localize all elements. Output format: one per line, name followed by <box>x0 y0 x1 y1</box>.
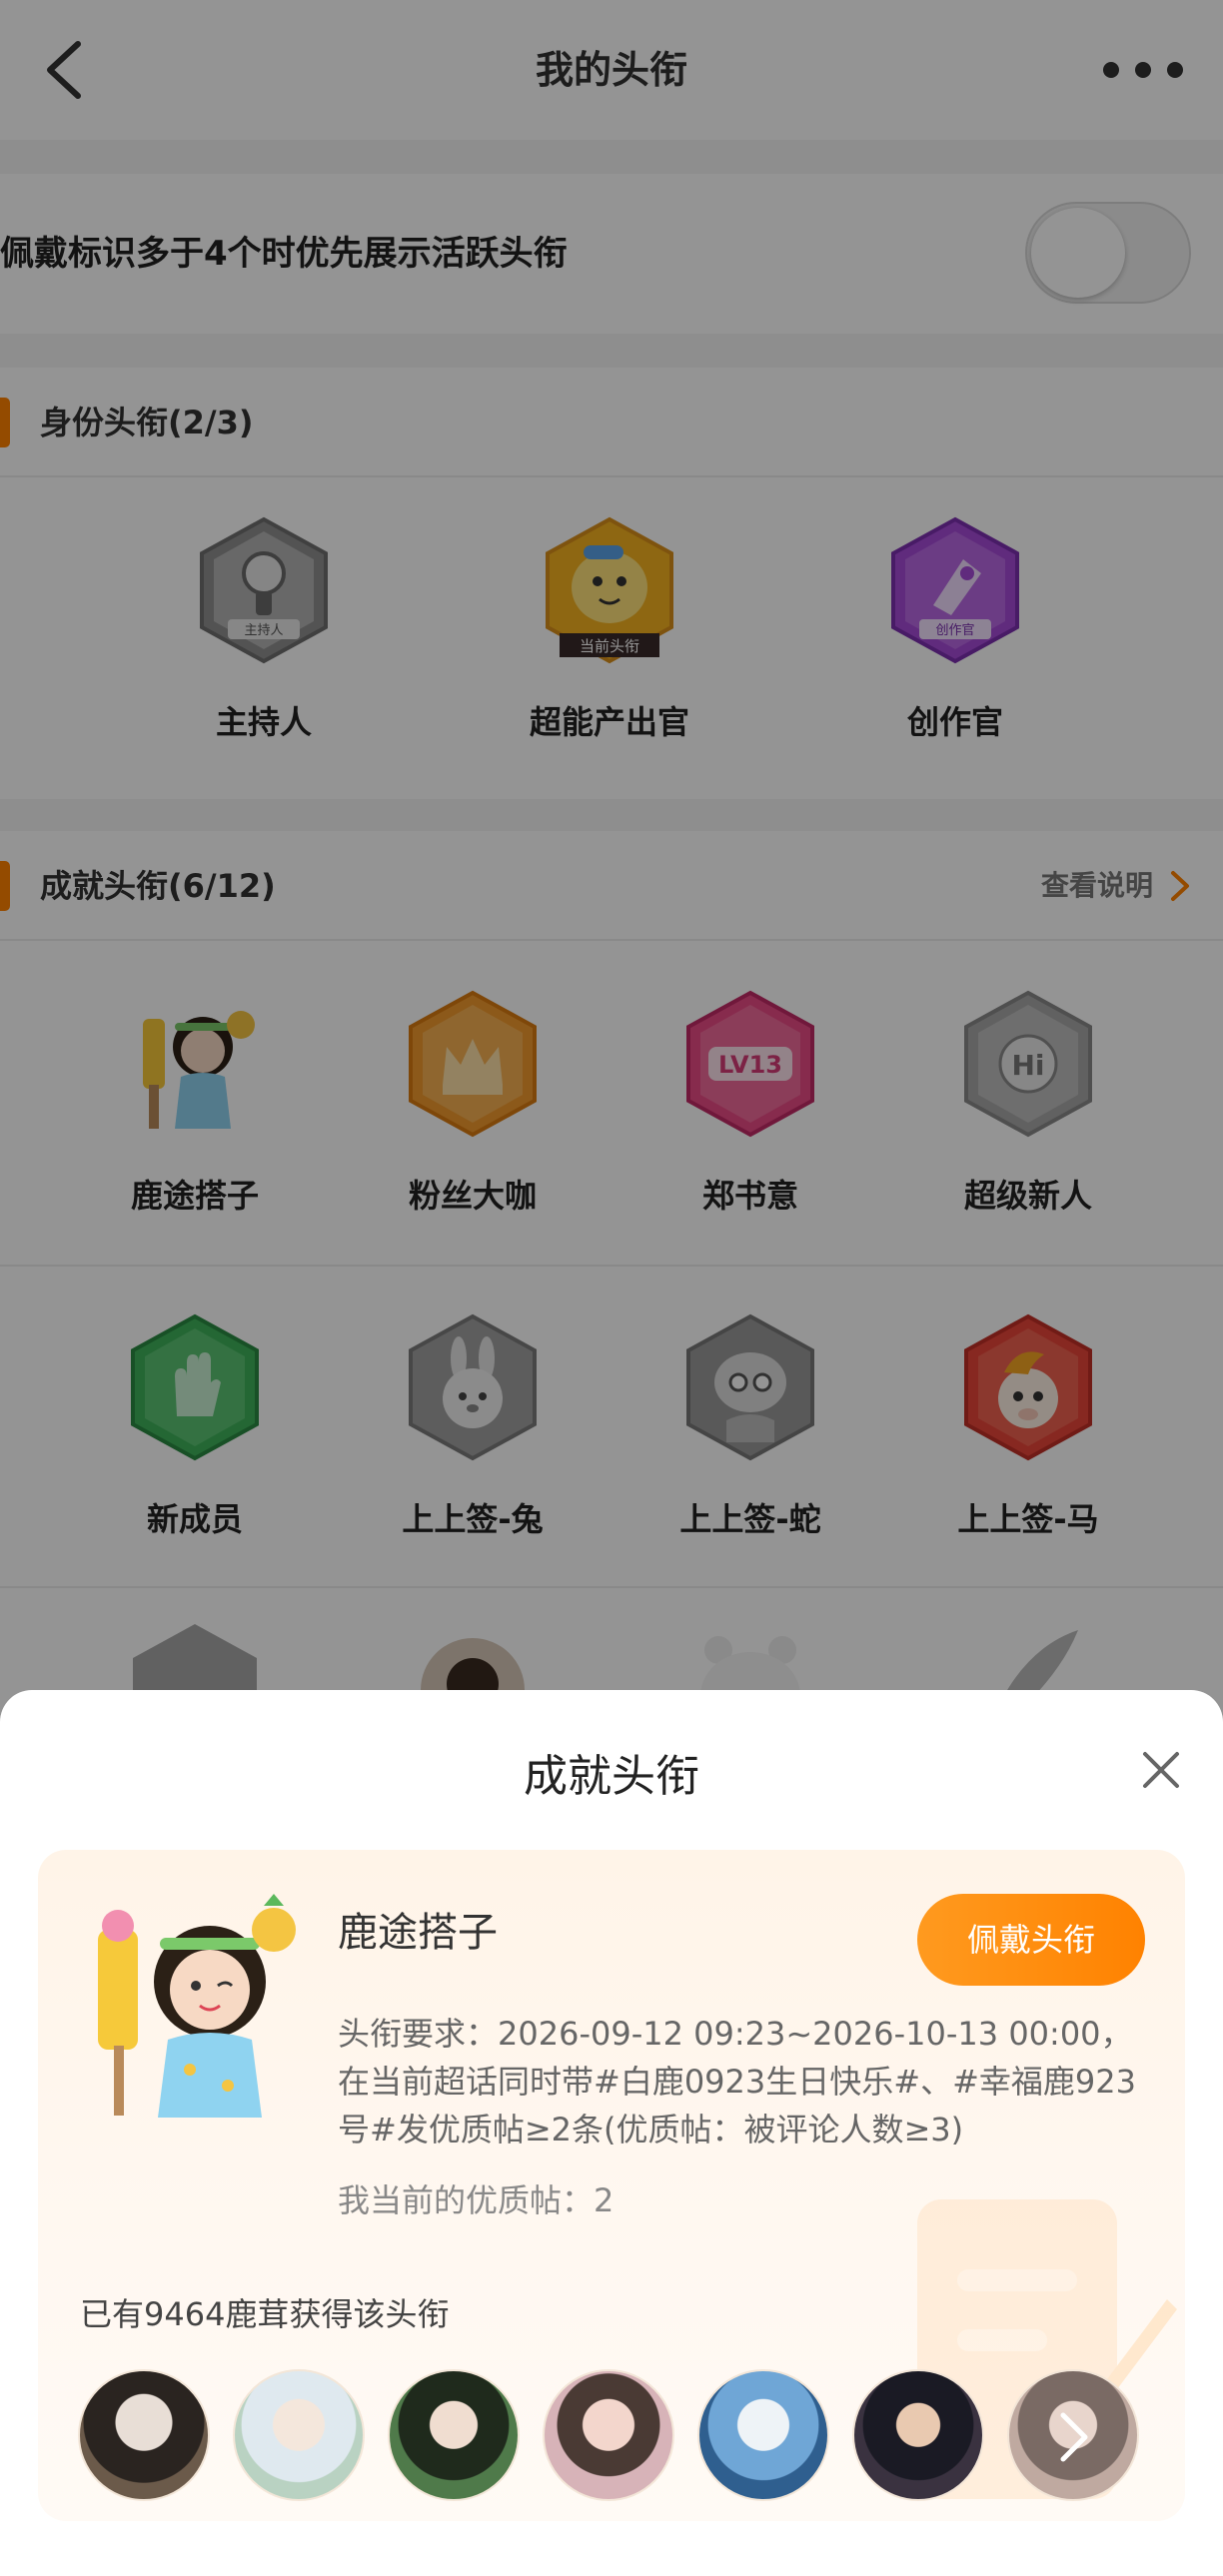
title-requirement: 头衔要求：2026-09-12 09:23~2026-10-13 00:00， … <box>338 2010 1157 2153</box>
owner-avatar[interactable] <box>1007 2369 1139 2501</box>
owner-avatar[interactable] <box>852 2369 984 2501</box>
requirement-line: 在当前超话同时带#白鹿0923生日快乐#、#幸福鹿923 <box>338 2063 1136 2101</box>
close-icon[interactable] <box>1139 1748 1183 1792</box>
sheet-title: 成就头衔 <box>524 1751 699 1802</box>
owners-count-text: 已有9464鹿茸获得该头衔 <box>80 2295 450 2333</box>
owner-avatar[interactable] <box>233 2369 365 2501</box>
wear-title-button[interactable]: 佩戴头衔 <box>917 1894 1145 1986</box>
title-detail-card: 鹿途搭子 佩戴头衔 头衔要求：2026-09-12 09:23~2026-10-… <box>38 1850 1185 2521</box>
girl-avatar-art <box>98 1894 296 2118</box>
achievement-detail-sheet: 成就头衔 鹿途搭子 佩戴头衔 头衔要求：2026-09-12 09:23~202… <box>0 1690 1223 2576</box>
requirement-line: 号#发优质帖≥2条(优质帖：被评论人数≥3) <box>338 2111 964 2148</box>
my-quality-posts: 我当前的优质帖：2 <box>338 2181 614 2219</box>
chevron-right-icon[interactable] <box>1049 2407 1099 2467</box>
owner-avatar[interactable] <box>388 2369 520 2501</box>
my-titles-page: 我的头衔 佩戴标识多于4个时优先展示活跃头衔 身份头衔(2/3) 主持人 主持人 <box>0 0 1223 2576</box>
owner-avatar-list <box>78 2369 1157 2501</box>
owner-avatar[interactable] <box>543 2369 674 2501</box>
owner-avatar[interactable] <box>697 2369 829 2501</box>
owner-avatar[interactable] <box>78 2369 210 2501</box>
requirement-line: 头衔要求：2026-09-12 09:23~2026-10-13 00:00， <box>338 2015 1133 2053</box>
title-name: 鹿途搭子 <box>338 1910 498 1956</box>
